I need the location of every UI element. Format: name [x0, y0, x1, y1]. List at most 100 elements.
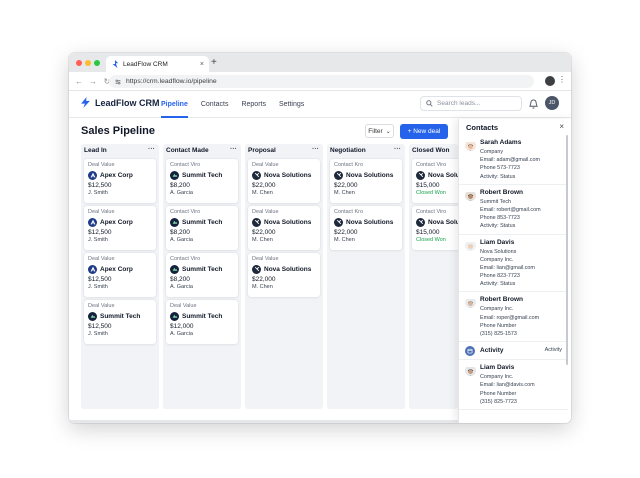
deal-card-label: Contact Viro: [416, 162, 447, 168]
deal-amount: $22,000: [252, 276, 276, 283]
new-tab-button[interactable]: +: [211, 57, 217, 69]
deal-card[interactable]: Contact Viro Summit Tech $8,200 A. Garcia: [166, 206, 238, 250]
user-avatar[interactable]: JD: [545, 96, 559, 110]
maximize-window-button[interactable]: [94, 60, 100, 66]
deal-card[interactable]: Contact Viro Nova Solutions $15,000Closed …: [412, 206, 458, 250]
contact-detail: Summit Tech: [480, 198, 512, 205]
contact-name: Robert Brown: [480, 188, 523, 196]
deal-amount: $8,200: [170, 229, 190, 236]
more-options-icon[interactable]: ···: [230, 146, 237, 153]
apex-corp-logo-icon: [88, 170, 97, 180]
deal-company: Nova Solutions: [252, 263, 316, 275]
new-deal-button[interactable]: + New deal: [400, 124, 448, 139]
deal-card[interactable]: Contact Viro Summit Tech $8,200 A. Garcia: [166, 253, 238, 297]
contact-name: Liam Davis: [480, 238, 515, 246]
column-header: Lead In ···: [81, 144, 159, 157]
nav-item-contacts[interactable]: Contacts: [201, 91, 229, 118]
leadflow-logo-icon: [81, 97, 90, 108]
url-text: https://crm.leadflow.io/pipeline: [126, 78, 217, 85]
deal-card[interactable]: Deal Value Apex Corp $12,500 J. Smith: [84, 206, 156, 250]
contact-detail: Activity: Status: [480, 173, 516, 180]
nav-item-settings[interactable]: Settings: [279, 91, 304, 118]
url-field[interactable]: https://crm.leadflow.io/pipeline: [109, 75, 534, 88]
filter-button[interactable]: Filter ⌄: [365, 124, 394, 138]
deal-status: Closed Won: [416, 190, 446, 196]
contacts-scrollbar[interactable]: [566, 135, 568, 365]
contact-name: Liam Davis: [480, 364, 515, 372]
browser-tab[interactable]: LeadFlow CRM ×: [106, 56, 209, 72]
deal-card-label: Contact Kro: [334, 162, 364, 168]
contact-detail: Company Inc.: [480, 306, 514, 313]
deal-card[interactable]: Deal Value Summit Tech $12,000 A. Garcia: [166, 300, 238, 344]
deal-card[interactable]: Deal Value Nova Solutions $22,000 M. Chen: [248, 206, 320, 250]
deal-card[interactable]: Contact Kro Nova Solutions $22,000 M. Chen: [330, 159, 402, 203]
bell-icon[interactable]: [529, 99, 538, 109]
more-options-icon[interactable]: ···: [394, 146, 401, 153]
deal-card[interactable]: Contact Viro Nova Solutions $15,000Closed …: [412, 159, 458, 203]
browser-profile-icon[interactable]: [545, 76, 555, 86]
contact-item[interactable]: Liam Davis Nova Solutions Company Inc. Emai…: [459, 235, 568, 293]
back-icon[interactable]: ←: [75, 77, 83, 86]
close-icon[interactable]: ×: [559, 122, 564, 131]
deal-company: Nova Solutions: [334, 169, 398, 181]
nova-solutions-logo-icon: [416, 217, 425, 227]
pipeline-column-contact-made: Contact Made ··· Contact Viro Summit Tech $8…: [163, 144, 241, 409]
contact-detail: (315) 825-7723: [480, 398, 517, 405]
contact-item[interactable]: Sarah Adams Company Email: adam@gmail.com P…: [459, 135, 568, 185]
nova-solutions-logo-icon: [416, 170, 425, 180]
pipeline-column-lead-in: Lead In ··· Deal Value Apex Corp $12,500 J. S…: [81, 144, 159, 409]
minimize-window-button[interactable]: [85, 60, 91, 66]
browser-menu-icon[interactable]: ⋮: [558, 75, 566, 84]
deal-owner: M. Chen: [252, 237, 273, 243]
search-input[interactable]: Search leads...: [420, 96, 522, 111]
deal-card[interactable]: Deal Value Nova Solutions $22,000 M. Chen: [248, 253, 320, 297]
deal-card-label: Deal Value: [252, 162, 279, 168]
activity-section[interactable]: Activity Activity: [459, 342, 568, 361]
browser-window: LeadFlow CRM × + ← → ↻ https://crm.leadf…: [69, 53, 571, 423]
deal-card[interactable]: Deal Value Summit Tech $12,500 J. Smith: [84, 300, 156, 344]
contact-name: Robert Brown: [480, 296, 523, 304]
deal-company: Nova Solutions: [252, 216, 316, 228]
leadflow-logo-icon: [112, 60, 119, 68]
deal-owner: M. Chen: [334, 190, 355, 196]
contact-item[interactable]: Robert Brown Company Inc. Email: roper@gma…: [459, 292, 568, 343]
deal-card[interactable]: Deal Value Apex Corp $12,500 J. Smith: [84, 159, 156, 203]
contact-detail: Company: [480, 149, 504, 155]
deal-card-label: Deal Value: [88, 256, 115, 262]
deal-card[interactable]: Deal Value Apex Corp $12,500 J. Smith: [84, 253, 156, 297]
more-options-icon[interactable]: ···: [312, 146, 319, 153]
horizontal-scrollbar[interactable]: [69, 420, 458, 423]
deal-company: Apex Corp: [88, 216, 152, 228]
deal-amount: $8,200: [170, 276, 190, 283]
forward-icon[interactable]: →: [89, 77, 97, 86]
deal-owner: A. Garcia: [170, 190, 193, 196]
deal-company: Nova Solutions: [416, 216, 458, 228]
activity-link[interactable]: Activity: [545, 347, 562, 353]
deal-card-label: Contact Viro: [170, 209, 201, 215]
deal-amount: $12,500: [88, 229, 112, 236]
deal-card-label: Deal Value: [170, 303, 197, 309]
nav-item-pipeline[interactable]: Pipeline: [161, 91, 188, 118]
tab-close-icon[interactable]: ×: [200, 61, 204, 68]
deal-card[interactable]: Contact Kro Nova Solutions $22,000 M. Chen: [330, 206, 402, 250]
contacts-panel: Contacts × Sarah Adams Company Email: adam…: [458, 119, 571, 423]
close-window-button[interactable]: [76, 60, 82, 66]
deal-amount: $12,000: [170, 323, 194, 330]
brand[interactable]: LeadFlow CRM: [80, 97, 160, 108]
deal-card[interactable]: Deal Value Nova Solutions $22,000 M. Chen: [248, 159, 320, 203]
site-info-icon[interactable]: [115, 79, 121, 85]
more-options-icon[interactable]: ···: [148, 146, 155, 153]
nav-item-reports[interactable]: Reports: [241, 91, 266, 118]
contact-detail: Activity: Status: [480, 281, 516, 288]
contact-item[interactable]: Liam Davis Company Inc. Email: lian@davis.…: [459, 360, 568, 410]
deal-owner: M. Chen: [252, 190, 273, 196]
search-icon: [426, 100, 433, 107]
deal-owner: A. Garcia: [170, 237, 193, 243]
contact-name: Sarah Adams: [480, 139, 522, 146]
deal-owner: A. Garcia: [170, 331, 193, 337]
contact-detail: (315) 825-1573: [480, 331, 517, 337]
nova-solutions-logo-icon: [334, 217, 343, 227]
deal-card[interactable]: Contact Viro Summit Tech $8,200 A. Garcia: [166, 159, 238, 203]
deal-card-label: Contact Viro: [170, 256, 201, 262]
contact-item[interactable]: Robert Brown Summit Tech Email: robert@gma…: [459, 185, 568, 235]
